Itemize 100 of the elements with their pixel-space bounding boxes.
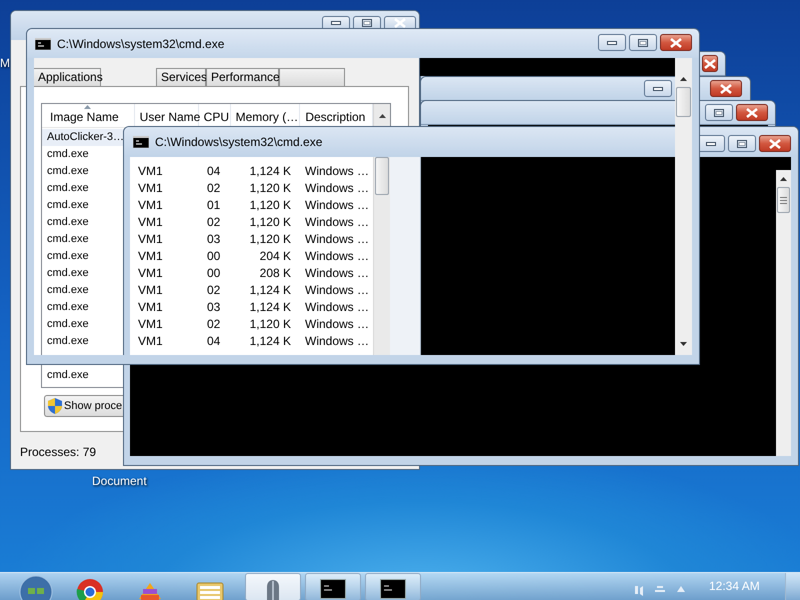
table-cell-text: Windows … bbox=[304, 248, 370, 265]
scrollbar-thumb[interactable] bbox=[676, 87, 691, 117]
scroll-up-button[interactable] bbox=[373, 104, 390, 127]
maximize-button[interactable] bbox=[353, 16, 381, 28]
table-cell-text: 1,120 K bbox=[248, 180, 292, 197]
tab[interactable] bbox=[279, 68, 345, 86]
table-cell-text: 1,124 K bbox=[248, 299, 292, 316]
table-cell-text: cmd.exe bbox=[46, 334, 89, 349]
table-cell-text: Windows … bbox=[304, 163, 370, 180]
table-cell-text: 03 bbox=[206, 231, 222, 248]
table-cell-text: 00 bbox=[206, 265, 222, 282]
console-icon bbox=[35, 38, 51, 50]
status-text: Processes: 79 bbox=[19, 444, 96, 461]
clock-text: 12:34 AM bbox=[709, 579, 760, 593]
up-arrow-icon bbox=[378, 114, 386, 118]
table-cell-text: VM1 bbox=[137, 231, 164, 248]
table-cell-text: Windows … bbox=[304, 231, 370, 248]
table-cell-text: cmd.exe bbox=[46, 198, 89, 213]
window-title: C:\Windows\system32\cmd.exe bbox=[57, 36, 224, 50]
close-icon bbox=[704, 58, 716, 68]
table-cell-text: 204 K bbox=[258, 248, 292, 265]
table-cell-text: VM1 bbox=[137, 316, 164, 333]
table-cell-text: Windows … bbox=[304, 197, 370, 214]
table-cell-text: 1,120 K bbox=[248, 197, 292, 214]
show-processes-button[interactable]: Show proce bbox=[44, 395, 124, 417]
grip-icon bbox=[780, 196, 787, 204]
shield-icon bbox=[48, 398, 62, 414]
table-cell-text: VM1 bbox=[137, 282, 164, 299]
table-cell-text: Windows … bbox=[304, 180, 370, 197]
minimize-icon bbox=[653, 86, 663, 90]
desktop-icon-label[interactable]: M bbox=[0, 56, 10, 70]
table-cell-text: VM1 bbox=[137, 265, 164, 282]
minimize-icon bbox=[607, 40, 617, 44]
table-cell-text: 02 bbox=[206, 282, 222, 299]
maximize-button[interactable] bbox=[705, 104, 733, 121]
close-button[interactable] bbox=[384, 16, 416, 28]
maximize-button[interactable] bbox=[728, 135, 756, 152]
table-cell-text: Windows … bbox=[304, 316, 370, 333]
maximize-button[interactable] bbox=[629, 34, 657, 51]
table-cell-text: VM1 bbox=[137, 333, 164, 350]
table-cell-text: Windows … bbox=[304, 282, 370, 299]
close-button[interactable] bbox=[759, 135, 791, 152]
close-icon bbox=[670, 38, 682, 48]
scrollbar-thumb[interactable] bbox=[375, 157, 389, 195]
close-icon bbox=[746, 108, 758, 118]
maximize-icon bbox=[737, 140, 747, 148]
table-cell-text: cmd.exe bbox=[46, 181, 89, 196]
table-cell-text: VM1 bbox=[137, 197, 164, 214]
close-button[interactable] bbox=[736, 104, 768, 121]
maximize-icon bbox=[362, 18, 372, 26]
table-cell-text: 04 bbox=[206, 333, 222, 350]
table-cell-text: cmd.exe bbox=[46, 215, 89, 230]
table-cell-text: 1,120 K bbox=[248, 214, 292, 231]
tab[interactable]: Applications bbox=[33, 68, 101, 86]
table-cell-text: 208 K bbox=[258, 265, 292, 282]
table-cell-text: cmd.exe bbox=[46, 249, 89, 264]
minimize-button[interactable] bbox=[598, 34, 626, 51]
down-arrow-icon bbox=[680, 342, 687, 346]
taskbar-button[interactable] bbox=[305, 573, 361, 600]
tab[interactable]: Services bbox=[156, 68, 206, 86]
minimize-button[interactable] bbox=[322, 16, 350, 28]
close-icon bbox=[769, 138, 781, 148]
minimize-icon bbox=[706, 142, 716, 146]
scrollbar-thumb[interactable] bbox=[777, 187, 790, 213]
table-cell-text: 1,124 K bbox=[248, 282, 292, 299]
taskbar-button[interactable] bbox=[365, 573, 421, 600]
close-button[interactable] bbox=[710, 80, 742, 97]
table-cell-text: 04 bbox=[206, 163, 222, 180]
table-cell-text: Windows … bbox=[304, 299, 370, 316]
table-cell-text: cmd.exe bbox=[46, 232, 89, 247]
table-cell-text: cmd.exe bbox=[46, 317, 89, 332]
table-cell-text: VM1 bbox=[137, 299, 164, 316]
tab[interactable]: Performance bbox=[206, 68, 279, 86]
scrollbar[interactable] bbox=[675, 58, 692, 355]
up-arrow-icon bbox=[780, 176, 787, 180]
scrollbar[interactable] bbox=[776, 170, 791, 456]
maximize-icon bbox=[638, 38, 648, 46]
table-cell-text: 02 bbox=[206, 316, 222, 333]
close-icon bbox=[394, 18, 406, 28]
close-button[interactable] bbox=[702, 55, 718, 72]
table-cell-text: VM1 bbox=[137, 214, 164, 231]
table-cell-text: VM1 bbox=[137, 248, 164, 265]
table-cell-text: 02 bbox=[206, 180, 222, 197]
desktop-icon-label[interactable]: Document bbox=[92, 474, 147, 488]
console-icon bbox=[320, 579, 346, 599]
table-cell-text: Windows … bbox=[304, 333, 370, 350]
close-button[interactable] bbox=[660, 34, 692, 51]
start-orb-icon bbox=[19, 575, 53, 600]
table-cell-text: VM1 bbox=[137, 180, 164, 197]
sort-arrow-icon bbox=[84, 105, 91, 109]
table-cell: AutoClicker-3… bbox=[42, 129, 124, 146]
maximize-icon bbox=[714, 108, 724, 116]
table-cell-text: cmd.exe bbox=[46, 266, 89, 281]
minimize-button[interactable] bbox=[644, 80, 672, 97]
table-cell-text: Windows … bbox=[304, 265, 370, 282]
table-cell-text: cmd.exe bbox=[46, 300, 89, 315]
console-icon bbox=[380, 579, 406, 599]
window-title: C:\Windows\system32\cmd.exe bbox=[155, 135, 322, 149]
scrollbar[interactable] bbox=[373, 157, 390, 356]
table-cell-text: 1,124 K bbox=[248, 333, 292, 350]
